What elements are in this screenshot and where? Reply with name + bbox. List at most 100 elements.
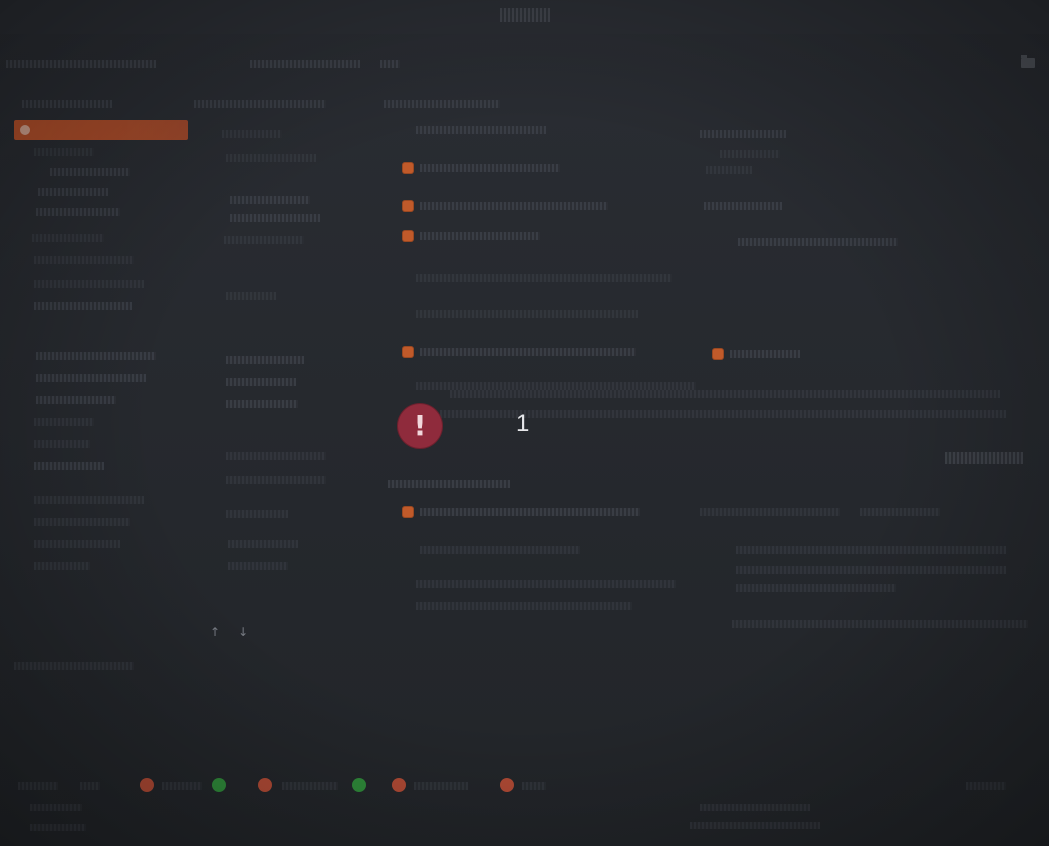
status-green-icon[interactable] [352,778,366,792]
toolbar-item[interactable] [6,60,156,68]
checkbox[interactable] [402,200,414,212]
list-item[interactable] [420,202,608,210]
list-item [700,508,840,516]
list-item[interactable] [226,400,298,408]
list-item [732,620,1028,628]
list-item[interactable] [34,148,94,156]
list-item [416,602,632,610]
details-panel [440,96,1030,536]
list-item [736,584,896,592]
list-item[interactable] [222,130,282,138]
sidebar-item-selected[interactable] [14,120,188,140]
list-item[interactable] [34,496,144,504]
list-item[interactable] [226,292,276,300]
status-item [414,782,468,790]
list-item[interactable] [226,510,288,518]
checkbox[interactable] [402,230,414,242]
list-item[interactable] [226,154,316,162]
list-item[interactable] [420,508,640,516]
list-item[interactable] [14,662,134,670]
list-item [736,546,1006,554]
list-item [420,546,580,554]
toolbar-item[interactable] [250,60,360,68]
list-item [416,310,638,318]
exclamation-icon[interactable]: ! [397,403,443,449]
list-item[interactable] [34,540,120,548]
list-item[interactable] [228,562,288,570]
avatar [20,125,30,135]
list-item [416,580,676,588]
list-item[interactable] [34,440,90,448]
checkbox[interactable] [402,506,414,518]
exclamation-glyph: ! [413,409,427,442]
list-item[interactable] [224,236,304,244]
status-item [522,782,546,790]
status-red-icon[interactable] [140,778,154,792]
list-item[interactable] [34,280,144,288]
status-red-icon[interactable] [258,778,272,792]
list-item[interactable] [32,234,104,242]
detail-value [730,350,800,358]
side-tab[interactable] [945,452,1023,464]
alert-count: 1 [516,410,530,437]
footer-item [30,804,82,811]
list-item[interactable] [420,232,540,240]
list-item[interactable] [230,196,310,204]
list-item [416,126,546,134]
scroll-controls: ↑ ↓ [210,625,250,639]
list-item[interactable] [50,168,130,176]
list-item[interactable] [226,356,304,364]
status-item [162,782,202,790]
list-item[interactable] [38,188,108,196]
list-item [860,508,940,516]
list-item[interactable] [226,452,326,460]
sidebar [14,96,190,670]
list-item[interactable] [230,214,320,222]
status-green-icon[interactable] [212,778,226,792]
list-item[interactable] [34,302,132,310]
checkbox[interactable] [712,348,724,360]
list-item[interactable] [226,378,296,386]
status-red-icon[interactable] [392,778,406,792]
list-item[interactable] [36,352,156,360]
toolbar [0,42,1049,82]
list-item[interactable] [34,518,130,526]
section-header [388,480,510,488]
arrow-down-icon[interactable]: ↓ [238,625,248,639]
status-item [18,782,58,790]
footer-item [700,804,810,811]
folder-icon[interactable] [1021,55,1035,68]
list-item[interactable] [420,348,636,356]
list-item[interactable] [34,562,90,570]
list-item[interactable] [36,396,116,404]
secondary-list [194,96,346,616]
list-item[interactable] [228,540,298,548]
list-item[interactable] [34,256,134,264]
detail-value [738,238,898,246]
footer-item [690,822,820,829]
list-item [416,274,672,282]
list-item[interactable] [34,418,94,426]
status-red-icon[interactable] [500,778,514,792]
list-item [416,382,696,390]
checkbox[interactable] [402,162,414,174]
window-title [500,8,550,22]
title-bar [0,0,1049,34]
list-item[interactable] [226,476,326,484]
app-window: ! 1 ↑ ↓ [0,0,1049,846]
list-item [736,566,1006,574]
column-header [194,100,326,108]
arrow-up-icon[interactable]: ↑ [210,625,220,639]
sidebar-header [22,100,112,108]
list-item[interactable] [36,374,146,382]
footer [0,800,1049,846]
list-item[interactable] [34,462,104,470]
detail-value [706,166,752,174]
list-item[interactable] [36,208,120,216]
list-item[interactable] [420,164,560,172]
toolbar-item[interactable] [380,60,400,68]
status-item [966,782,1006,790]
checkbox[interactable] [402,346,414,358]
footer-item [30,824,86,831]
detail-value [720,150,780,158]
